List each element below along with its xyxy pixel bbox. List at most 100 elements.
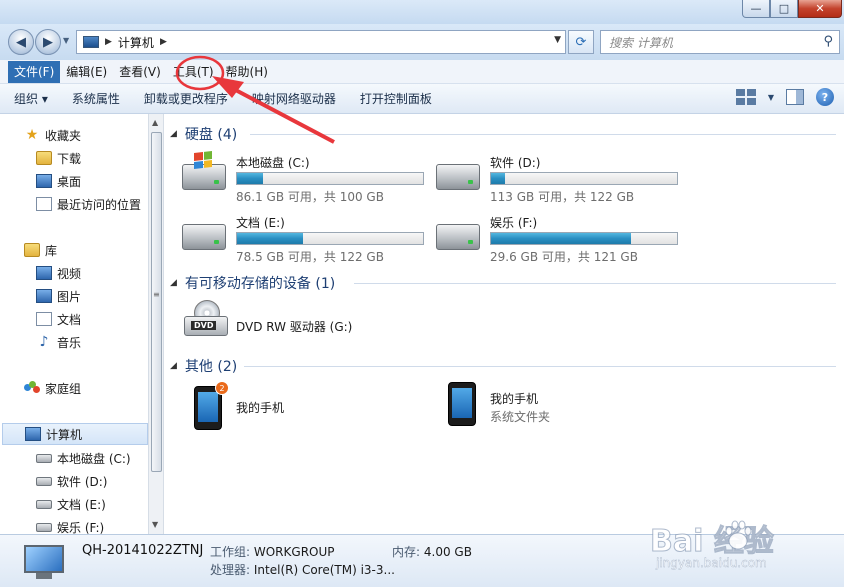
sidebar-item-pictures[interactable]: 图片 xyxy=(36,285,148,307)
phone-folder-icon[interactable] xyxy=(448,382,476,426)
maximize-button[interactable]: □ xyxy=(770,0,798,18)
minimize-button[interactable]: — xyxy=(742,0,770,18)
scrollbar-thumb[interactable] xyxy=(151,132,162,472)
sidebar-item-label: 娱乐 (F:) xyxy=(57,520,105,535)
back-button[interactable]: ◀ xyxy=(8,29,34,55)
drive-icon xyxy=(36,522,52,532)
libraries-icon xyxy=(24,243,40,257)
sidebar-item-libraries[interactable]: 库 xyxy=(24,239,148,261)
watermark-logo: Bai 经验 xyxy=(650,524,775,560)
window-controls: — □ ✕ xyxy=(742,0,842,18)
navigation-bar: ◀ ▶ ▼ ▶ 计算机 ▶ ▼ ⟳ 搜索 计算机 ⚲ xyxy=(0,24,844,60)
phone-app-icon[interactable]: 2 xyxy=(194,381,229,430)
sidebar-item-favorites[interactable]: ★ 收藏夹 xyxy=(24,124,148,146)
drive-name: DVD RW 驱动器 (G:) xyxy=(236,320,353,334)
change-view-icon[interactable] xyxy=(735,89,756,105)
computer-monitor-icon xyxy=(22,545,66,581)
navigation-pane: ★ 收藏夹 下载 桌面 最近访问的位置 库 视频 图片 文档 ♪ 音乐 家庭组 xyxy=(0,114,148,534)
drive-e[interactable]: 文档 (E:) 78.5 GB 可用，共 122 GB xyxy=(178,210,428,264)
sidebar-item-drive-d[interactable]: 软件 (D:) xyxy=(36,470,148,492)
recent-pages-dropdown[interactable]: ▼ xyxy=(63,36,69,45)
address-bar[interactable]: ▶ 计算机 ▶ ▼ xyxy=(76,30,566,54)
drive-free-space: 113 GB 可用，共 122 GB xyxy=(490,190,635,204)
drive-d[interactable]: 软件 (D:) 113 GB 可用，共 122 GB xyxy=(432,150,682,204)
sidebar-item-computer[interactable]: 计算机 xyxy=(2,423,148,445)
drive-usage-bar xyxy=(490,172,678,185)
menu-help[interactable]: 帮助(H) xyxy=(220,61,274,83)
group-title: 硬盘 (4) xyxy=(184,127,238,143)
drive-icon xyxy=(436,164,480,190)
preview-pane-icon[interactable] xyxy=(786,89,804,105)
scroll-down-icon[interactable]: ▼ xyxy=(152,520,158,529)
menu-edit[interactable]: 编辑(E) xyxy=(60,61,113,83)
group-header-removable[interactable]: ◢ 有可移动存储的设备 (1) xyxy=(170,273,335,293)
system-properties-button[interactable]: 系统属性 xyxy=(72,90,120,107)
title-bar: — □ ✕ xyxy=(0,0,844,24)
collapse-arrow-icon[interactable]: ◢ xyxy=(170,278,177,288)
breadcrumb-computer[interactable]: 计算机 xyxy=(118,34,154,51)
sidebar-item-music[interactable]: ♪ 音乐 xyxy=(36,331,148,353)
sidebar-item-drive-e[interactable]: 文档 (E:) xyxy=(36,493,148,515)
local-disk-icon xyxy=(36,453,52,463)
drive-free-space: 29.6 GB 可用，共 121 GB xyxy=(490,250,638,264)
collapse-arrow-icon[interactable]: ◢ xyxy=(170,129,177,139)
sidebar-item-label: 音乐 xyxy=(57,335,82,350)
forward-button[interactable]: ▶ xyxy=(35,29,61,55)
uninstall-program-button[interactable]: 卸载或更改程序 xyxy=(144,90,228,107)
breadcrumb-separator-icon: ▶ xyxy=(105,37,112,47)
menu-tools[interactable]: 工具(T) xyxy=(167,61,220,83)
search-input[interactable]: 搜索 计算机 ⚲ xyxy=(600,30,840,54)
dvd-drive-g[interactable]: DVD DVD RW 驱动器 (G:) xyxy=(182,300,432,348)
scroll-up-icon[interactable]: ▲ xyxy=(152,118,158,127)
map-network-drive-button[interactable]: 映射网络驱动器 xyxy=(252,90,336,107)
address-dropdown-icon[interactable]: ▼ xyxy=(554,35,561,45)
sidebar-item-recent-places[interactable]: 最近访问的位置 xyxy=(36,193,148,215)
sidebar-item-label: 桌面 xyxy=(57,174,82,189)
drive-icon xyxy=(436,224,480,250)
menu-view[interactable]: 查看(V) xyxy=(113,61,167,83)
navigation-pane-scrollbar[interactable]: ▲ ≡ ▼ xyxy=(148,114,164,534)
open-control-panel-button[interactable]: 打开控制面板 xyxy=(360,90,432,107)
watermark-url: jingyan.baidu.com xyxy=(656,556,767,570)
collapse-arrow-icon[interactable]: ◢ xyxy=(170,361,177,371)
view-options-dropdown-icon[interactable]: ▼ xyxy=(768,93,774,102)
sidebar-item-desktop[interactable]: 桌面 xyxy=(36,170,148,192)
group-header-hard-disks[interactable]: ◢ 硬盘 (4) xyxy=(170,124,237,144)
sidebar-item-documents[interactable]: 文档 xyxy=(36,308,148,330)
sidebar-item-label: 本地磁盘 (C:) xyxy=(57,451,131,466)
paw-icon xyxy=(725,520,752,550)
help-icon[interactable]: ? xyxy=(816,88,834,106)
search-icon[interactable]: ⚲ xyxy=(823,34,833,49)
desktop-icon xyxy=(36,174,52,188)
drive-usage-bar xyxy=(236,172,424,185)
menu-bar: 文件(F) 编辑(E) 查看(V) 工具(T) 帮助(H) xyxy=(0,60,844,84)
drive-f[interactable]: 娱乐 (F:) 29.6 GB 可用，共 121 GB xyxy=(432,210,682,264)
homegroup-icon xyxy=(24,381,40,395)
breadcrumb-chevron-icon[interactable]: ▶ xyxy=(160,37,167,47)
drive-name: 软件 (D:) xyxy=(490,156,541,170)
other-item-phone-folder[interactable]: 我的手机 xyxy=(490,390,538,407)
other-item-phone[interactable]: 我的手机 xyxy=(236,399,284,416)
sidebar-item-label: 收藏夹 xyxy=(45,128,82,143)
documents-icon xyxy=(36,312,52,326)
sidebar-item-videos[interactable]: 视频 xyxy=(36,262,148,284)
sidebar-item-drive-c[interactable]: 本地磁盘 (C:) xyxy=(36,447,148,469)
system-folder-label: 系统文件夹 xyxy=(490,410,551,424)
sidebar-item-label: 图片 xyxy=(57,289,82,304)
drive-c[interactable]: 本地磁盘 (C:) 86.1 GB 可用，共 100 GB xyxy=(178,150,428,204)
group-divider xyxy=(244,366,836,367)
group-title: 其他 (2) xyxy=(184,359,238,375)
sidebar-item-drive-f[interactable]: 娱乐 (F:) xyxy=(36,516,148,534)
organize-button[interactable]: 组织 ▾ xyxy=(14,90,48,107)
drive-icon xyxy=(36,476,52,486)
sidebar-item-label: 文档 xyxy=(57,312,82,327)
sidebar-item-homegroup[interactable]: 家庭组 xyxy=(24,377,148,399)
star-icon: ★ xyxy=(25,127,39,143)
refresh-button[interactable]: ⟳ xyxy=(568,30,594,54)
baidu-watermark: Bai 经验 jingyan.baidu.com xyxy=(650,516,840,580)
sidebar-item-downloads[interactable]: 下载 xyxy=(36,147,148,169)
close-button[interactable]: ✕ xyxy=(798,0,842,18)
sidebar-item-label: 文档 (E:) xyxy=(57,497,106,512)
group-header-other[interactable]: ◢ 其他 (2) xyxy=(170,356,237,376)
menu-file[interactable]: 文件(F) xyxy=(8,60,61,83)
